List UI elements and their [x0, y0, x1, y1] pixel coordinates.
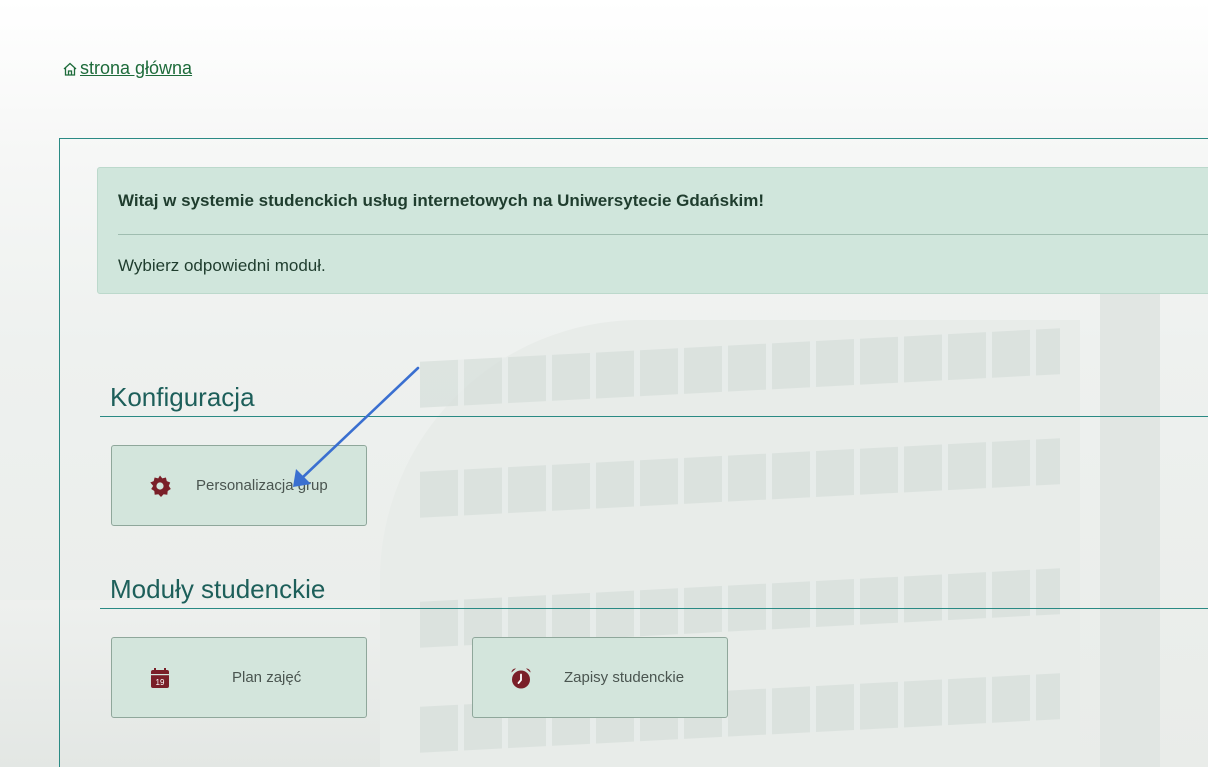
- alarm-clock-icon: [511, 668, 531, 689]
- alert-divider: [118, 234, 1208, 235]
- section-divider-config: [100, 416, 1208, 417]
- tile-label: Zapisy studenckie: [564, 669, 685, 686]
- welcome-title: Witaj w systemie studenckich usług inter…: [118, 191, 765, 210]
- section-title-student: Moduły studenckie: [110, 574, 326, 604]
- tile-label: Personalizacja grup: [196, 477, 328, 494]
- welcome-alert: Witaj w systemie studenckich usług inter…: [97, 167, 1208, 294]
- gear-icon: [150, 475, 171, 497]
- calendar-icon: 19: [151, 668, 169, 688]
- tile-plan-zajec[interactable]: 19 Plan zajęć: [111, 637, 367, 718]
- home-icon: [63, 62, 77, 76]
- section-title-config: Konfiguracja: [110, 382, 255, 412]
- tile-zapisy-studenckie[interactable]: Zapisy studenckie: [472, 637, 728, 718]
- tile-label: Plan zajęć: [232, 669, 302, 686]
- welcome-subtitle: Wybierz odpowiedni moduł.: [118, 256, 326, 275]
- home-link-label[interactable]: strona główna: [80, 58, 192, 79]
- tile-personalizacja-grup[interactable]: Personalizacja grup: [111, 445, 367, 526]
- section-divider-student: [100, 608, 1208, 609]
- calendar-day: 19: [156, 678, 165, 687]
- home-link[interactable]: strona główna: [62, 58, 192, 79]
